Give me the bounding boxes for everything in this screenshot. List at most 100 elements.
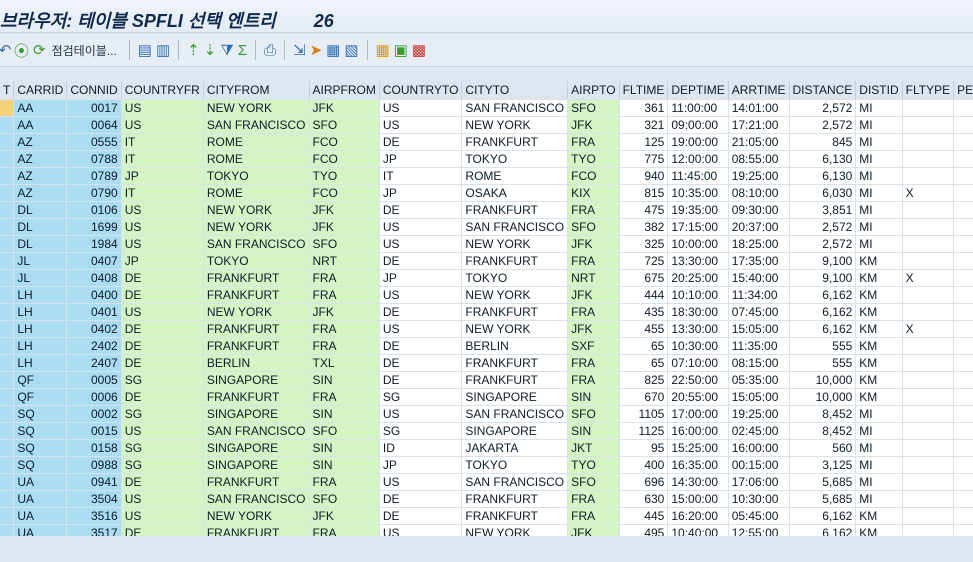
cell-carrid[interactable]: DL <box>13 201 68 219</box>
cell-carrid[interactable]: AA <box>13 99 68 117</box>
cell-fltype[interactable]: X <box>902 184 955 202</box>
cell-distid[interactable]: MI <box>855 473 903 491</box>
cell-distance[interactable]: 555 <box>789 337 857 355</box>
cell-countryto[interactable]: ID <box>379 439 463 457</box>
cell-cityto[interactable]: SAN FRANCISCO <box>461 405 569 423</box>
table-row[interactable]: QF 0005 SG SINGAPORE SIN DE FRANKFURT FRA 825 22:… <box>0 371 973 389</box>
cell-cityfrom[interactable]: BERLIN <box>203 354 310 372</box>
column-header[interactable]: CARRID <box>13 81 68 100</box>
table-row[interactable]: SQ 0002 SG SINGAPORE SIN US SAN FRANCISCO SFO 11… <box>0 405 973 423</box>
cell-countryfr[interactable]: US <box>121 235 204 253</box>
cell-distance[interactable]: 560 <box>789 439 857 457</box>
cell-distid[interactable]: MI <box>855 167 903 185</box>
table-row[interactable]: DL 0106 US NEW YORK JFK DE FRANKFURT FRA 475 19:3… <box>0 201 973 219</box>
cell-period[interactable]: 1 <box>953 303 973 321</box>
cell-distance[interactable]: 555 <box>789 354 857 372</box>
cell-airpto[interactable]: JFK <box>567 235 620 253</box>
cell-period[interactable]: 0 <box>953 286 973 304</box>
cell-cityfrom[interactable]: FRANKFURT <box>203 286 310 304</box>
cell-cityfrom[interactable]: TOKYO <box>203 252 310 270</box>
cell-airpfrom[interactable]: FRA <box>309 269 380 287</box>
cell-fltype[interactable] <box>902 422 955 440</box>
cell-fltype[interactable] <box>902 507 955 525</box>
cell-countryfr[interactable]: SG <box>121 439 204 457</box>
cell-t[interactable] <box>0 218 15 236</box>
cell-t[interactable] <box>0 133 15 151</box>
cell-carrid[interactable]: AZ <box>13 150 68 168</box>
cell-carrid[interactable]: SQ <box>13 422 68 440</box>
cell-cityfrom[interactable]: SAN FRANCISCO <box>203 490 310 508</box>
cell-connid[interactable]: 0017 <box>66 99 122 117</box>
cell-countryto[interactable]: DE <box>379 252 463 270</box>
cell-distance[interactable]: 6,162 <box>789 507 857 525</box>
cell-period[interactable]: 1 <box>953 507 973 525</box>
cell-airpfrom[interactable]: FRA <box>309 337 380 355</box>
cell-arrtime[interactable]: 08:55:00 <box>728 150 790 168</box>
cell-fltype[interactable] <box>902 473 955 491</box>
cell-airpfrom[interactable]: FRA <box>309 320 380 338</box>
cell-carrid[interactable]: LH <box>13 320 68 338</box>
cell-cityfrom[interactable]: FRANKFURT <box>203 320 310 338</box>
cell-cityto[interactable]: SINGAPORE <box>461 422 569 440</box>
cell-airpfrom[interactable]: FRA <box>309 286 380 304</box>
table-row[interactable]: LH 2402 DE FRANKFURT FRA DE BERLIN SXF 65 10:30:0… <box>0 337 973 355</box>
cell-fltype[interactable] <box>902 405 955 423</box>
cell-t[interactable] <box>0 252 15 270</box>
cell-fltype[interactable] <box>902 371 955 389</box>
cell-fltime[interactable]: 696 <box>619 473 669 491</box>
cell-connid[interactable]: 0555 <box>66 133 122 151</box>
cell-countryto[interactable]: US <box>379 218 463 236</box>
cell-connid[interactable]: 2402 <box>66 337 122 355</box>
cell-deptime[interactable]: 16:00:00 <box>667 422 729 440</box>
cell-airpto[interactable]: FRA <box>567 507 620 525</box>
cell-deptime[interactable]: 17:00:00 <box>667 405 729 423</box>
column-header[interactable]: FLTYPE <box>902 81 955 100</box>
table-row[interactable]: UA 3504 US SAN FRANCISCO SFO DE FRANKFURT FRA 63… <box>0 490 973 508</box>
cell-countryfr[interactable]: US <box>121 507 204 525</box>
cell-distid[interactable]: MI <box>855 133 903 151</box>
cell-period[interactable]: 1 <box>953 456 973 474</box>
table-row[interactable]: QF 0006 DE FRANKFURT FRA SG SINGAPORE SIN 670 20:… <box>0 388 973 406</box>
cell-cityfrom[interactable]: NEW YORK <box>203 201 310 219</box>
table-row[interactable]: AZ 0788 IT ROME FCO JP TOKYO TYO 775 12:00:00 08:5… <box>0 150 973 168</box>
cell-fltime[interactable]: 940 <box>619 167 669 185</box>
cell-airpto[interactable]: SIN <box>567 388 620 406</box>
back-arrow-icon[interactable]: ↶ <box>0 39 11 61</box>
cell-period[interactable]: 1 <box>953 388 973 406</box>
cell-deptime[interactable]: 16:35:00 <box>667 456 729 474</box>
cell-connid[interactable]: 0402 <box>66 320 122 338</box>
table-row[interactable]: SQ 0158 SG SINGAPORE SIN ID JAKARTA JKT 95 15:25:… <box>0 439 973 457</box>
cell-period[interactable]: 0 <box>953 320 973 338</box>
cell-deptime[interactable]: 11:00:00 <box>667 99 729 117</box>
cell-t[interactable] <box>0 320 15 338</box>
deselect-all-icon[interactable]: ▥ <box>156 39 170 61</box>
cell-countryto[interactable]: DE <box>379 371 463 389</box>
cell-distance[interactable]: 9,100 <box>789 252 857 270</box>
cell-airpfrom[interactable]: SFO <box>309 235 380 253</box>
cell-connid[interactable]: 1699 <box>66 218 122 236</box>
cell-countryto[interactable]: DE <box>379 337 463 355</box>
cell-distid[interactable]: MI <box>855 99 903 117</box>
cell-countryfr[interactable]: US <box>121 422 204 440</box>
cell-airpto[interactable]: SFO <box>567 473 620 491</box>
cell-cityfrom[interactable]: SAN FRANCISCO <box>203 116 310 134</box>
table-row[interactable]: AZ 0555 IT ROME FCO DE FRANKFURT FRA 125 19:00:00… <box>0 133 973 151</box>
cell-carrid[interactable]: UA <box>13 507 68 525</box>
cell-countryto[interactable]: DE <box>379 303 463 321</box>
cell-fltime[interactable]: 475 <box>619 201 669 219</box>
cell-fltype[interactable] <box>902 218 955 236</box>
cell-countryfr[interactable]: DE <box>121 473 204 491</box>
table-row[interactable]: AA 0017 US NEW YORK JFK US SAN FRANCISCO SFO 361… <box>0 99 973 117</box>
cell-airpfrom[interactable]: FCO <box>309 184 380 202</box>
cell-fltime[interactable]: 455 <box>619 320 669 338</box>
cell-period[interactable]: 0 <box>953 116 973 134</box>
cell-airpto[interactable]: JKT <box>567 439 620 457</box>
cell-t[interactable] <box>0 422 15 440</box>
column-header[interactable]: CONNID <box>66 81 122 100</box>
cell-countryfr[interactable]: US <box>121 99 204 117</box>
cell-countryto[interactable]: JP <box>379 150 463 168</box>
cell-countryto[interactable]: SG <box>379 388 463 406</box>
cell-distid[interactable]: KM <box>855 286 903 304</box>
cell-countryfr[interactable]: US <box>121 201 204 219</box>
cell-cityfrom[interactable]: ROME <box>203 184 310 202</box>
